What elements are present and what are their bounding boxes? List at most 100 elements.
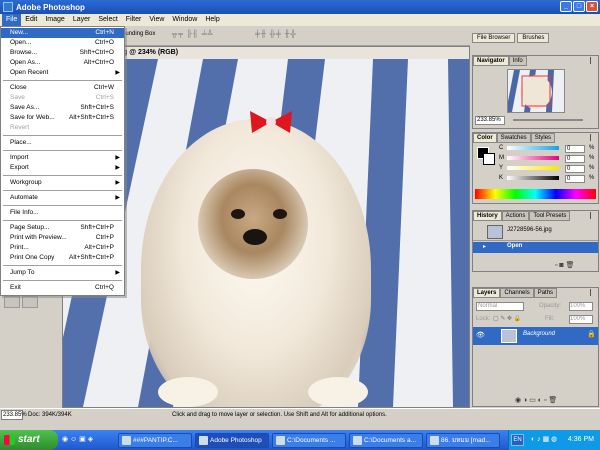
menu-image[interactable]: Image — [41, 14, 68, 26]
menu-window[interactable]: Window — [168, 14, 201, 26]
file-menu-item-print-one-copy[interactable]: Print One Copy Alt+Shft+Ctrl+P — [1, 253, 124, 263]
history-snapshot-row[interactable]: J2728596-56.jpg — [473, 223, 598, 241]
file-menu-item-workgroup[interactable]: Workgroup ▶ — [1, 178, 124, 188]
background-color-swatch[interactable] — [483, 153, 495, 165]
opacity-field[interactable]: 100% — [569, 302, 593, 311]
fill-field[interactable]: 100% — [569, 315, 593, 324]
taskbar-button-documents-1[interactable]: C:\Documents ... — [272, 433, 346, 448]
tab-info[interactable]: Info — [508, 56, 527, 66]
menu-edit[interactable]: Edit — [21, 14, 41, 26]
show-bounding-box-label[interactable]: ounding Box — [122, 31, 155, 37]
tab-color[interactable]: Color — [473, 133, 497, 143]
menu-item-label: Save for Web... — [10, 114, 55, 121]
tray-icons[interactable]: ◐ ♪ ▦ ◍ — [531, 430, 557, 450]
lock-icons[interactable]: ▢ ✎ ✥ 🔒 — [493, 315, 521, 322]
distribute-buttons-icon[interactable]: ╪╫ ╬╪ ╫╬ — [255, 31, 297, 38]
file-menu-item-browse[interactable]: Browse... Shft+Ctrl+O — [1, 48, 124, 58]
file-menu-item-exit[interactable]: Exit Ctrl+Q — [1, 283, 124, 293]
file-menu-item-open[interactable]: Open... Ctrl+O — [1, 38, 124, 48]
channel-k-slider[interactable] — [507, 176, 559, 180]
file-menu-item-new[interactable]: New... Ctrl+N — [1, 28, 124, 38]
file-menu-item-save[interactable]: Save Ctrl+S — [1, 93, 124, 103]
taskbar-button-documents-2[interactable]: C:\Documents a... — [349, 433, 423, 448]
palette-menu-icon[interactable] — [590, 134, 596, 141]
history-step-name: Open — [507, 243, 523, 249]
channel-c-slider[interactable] — [507, 146, 559, 150]
channel-m-value[interactable]: 0 — [565, 155, 585, 163]
status-doc-size[interactable]: Doc: 394K/394K — [28, 410, 128, 420]
file-menu-item-print-with-preview[interactable]: Print with Preview... Ctrl+P — [1, 233, 124, 243]
file-menu-item-save-as[interactable]: Save As... Shft+Ctrl+S — [1, 103, 124, 113]
close-button[interactable]: × — [586, 1, 598, 12]
file-menu-item-file-info[interactable]: File Info... — [1, 208, 124, 218]
file-menu-item-revert[interactable]: Revert — [1, 123, 124, 133]
file-menu-item-place[interactable]: Place... — [1, 138, 124, 148]
maximize-button[interactable]: □ — [573, 1, 585, 12]
taskbar-button-music[interactable]: 86. มหมม [mad... — [426, 433, 500, 448]
channel-y-value[interactable]: 0 — [565, 165, 585, 173]
tab-history[interactable]: History — [473, 211, 502, 221]
palette-well: File Browser Brushes — [472, 33, 598, 43]
menu-layer[interactable]: Layer — [69, 14, 95, 26]
tab-paths[interactable]: Paths — [533, 288, 558, 298]
start-button[interactable]: start — [0, 430, 58, 450]
navigator-zoom-slider[interactable] — [513, 119, 583, 121]
menu-view[interactable]: View — [145, 14, 168, 26]
channel-c-label: C — [499, 145, 504, 151]
folder-icon — [353, 436, 362, 445]
menu-item-shortcut: Shft+Ctrl+O — [79, 49, 114, 56]
channel-m-slider[interactable] — [507, 156, 559, 160]
language-indicator[interactable]: EN — [511, 434, 524, 446]
menu-help[interactable]: Help — [201, 14, 223, 26]
navigator-thumbnail[interactable] — [506, 69, 565, 113]
palette-menu-icon[interactable] — [590, 57, 596, 64]
quick-launch-icons[interactable]: ◉ ☺ ▣ ◈ — [62, 435, 112, 445]
taskbar-button-photoshop[interactable]: Adobe Photoshop — [195, 433, 269, 448]
file-menu-item-save-for-web[interactable]: Save for Web... Alt+Shft+Ctrl+S — [1, 113, 124, 123]
tab-tool-presets[interactable]: Tool Presets — [529, 211, 571, 221]
tab-styles[interactable]: Styles — [530, 133, 556, 143]
palette-menu-icon[interactable] — [590, 289, 596, 296]
tab-layers[interactable]: Layers — [473, 288, 501, 298]
file-menu-item-jump-to[interactable]: Jump To ▶ — [1, 268, 124, 278]
tab-navigator[interactable]: Navigator — [473, 56, 509, 66]
screen-mode-icon[interactable] — [4, 296, 20, 308]
tab-brushes[interactable]: Brushes — [517, 33, 550, 43]
tab-actions[interactable]: Actions — [501, 211, 530, 221]
channel-k-value[interactable]: 0 — [565, 175, 585, 183]
file-menu-item-open-recent[interactable]: Open Recent ▶ — [1, 68, 124, 78]
channel-k-label: K — [499, 175, 504, 181]
channel-y-slider[interactable] — [507, 166, 559, 170]
tab-swatches[interactable]: Swatches — [496, 133, 531, 143]
history-step-row[interactable]: ▸ Open — [473, 242, 598, 253]
file-menu-item-export[interactable]: Export ▶ — [1, 163, 124, 173]
file-menu-item-automate[interactable]: Automate ▶ — [1, 193, 124, 203]
menu-filter[interactable]: Filter — [122, 14, 146, 26]
navigator-zoom-field[interactable]: 233.85% — [475, 116, 505, 125]
media-player-icon — [430, 436, 439, 445]
menu-separator — [3, 220, 122, 221]
menu-file[interactable]: File — [2, 14, 22, 26]
layer-buttons-icon[interactable]: ◉ ◑ ▭ ◐ ▫ 🗑 — [515, 396, 557, 404]
file-menu-item-page-setup[interactable]: Page Setup... Shft+Ctrl+P — [1, 223, 124, 233]
minimize-button[interactable]: _ — [560, 1, 572, 12]
palette-menu-icon[interactable] — [590, 212, 596, 219]
layer-row-background[interactable]: 👁 Background 🔒 — [473, 327, 598, 345]
menu-select[interactable]: Select — [94, 14, 121, 26]
file-menu-item-import[interactable]: Import ▶ — [1, 153, 124, 163]
layer-visibility-eye-icon[interactable]: 👁 — [476, 331, 485, 339]
tab-file-browser[interactable]: File Browser — [472, 33, 516, 43]
taskbar-button-pantip[interactable]: ###PANTIP.C... — [118, 433, 192, 448]
jump-to-imageready-icon[interactable] — [22, 296, 38, 308]
file-menu-item-print[interactable]: Print... Alt+Ctrl+P — [1, 243, 124, 253]
channel-c-value[interactable]: 0 — [565, 145, 585, 153]
history-buttons-icon[interactable]: ▫ ◙ 🗑 — [555, 261, 575, 269]
file-menu-item-close[interactable]: Close Ctrl+W — [1, 83, 124, 93]
status-zoom-field[interactable]: 233.85% — [1, 410, 27, 420]
color-ramp[interactable] — [475, 189, 596, 199]
align-buttons-icon[interactable]: ╦╤ ╟╢ ╧╩ — [172, 31, 214, 38]
menu-item-label: Save As... — [10, 104, 40, 111]
blend-mode-select[interactable]: Normal — [476, 302, 524, 311]
tab-channels[interactable]: Channels — [500, 288, 534, 298]
file-menu-item-open-as[interactable]: Open As... Alt+Ctrl+O — [1, 58, 124, 68]
